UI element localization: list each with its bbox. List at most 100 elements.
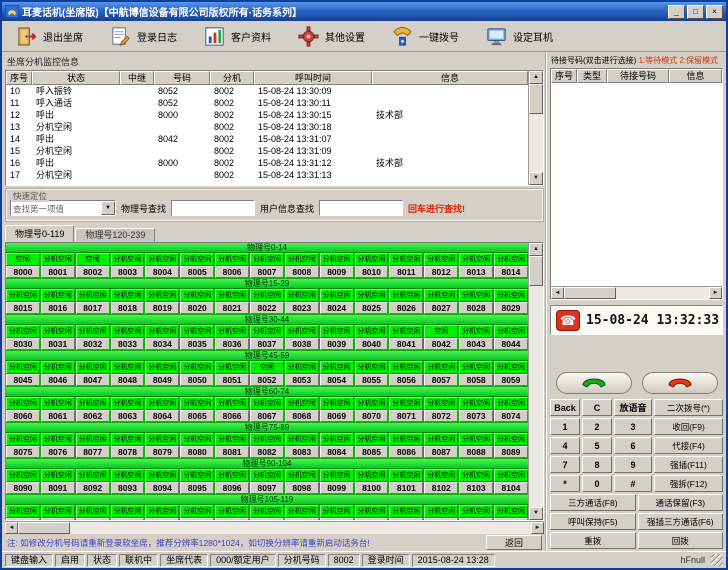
hangup-button[interactable] <box>642 372 718 394</box>
function-button[interactable]: 呼叫保持(F5) <box>550 513 636 530</box>
extension-cell[interactable]: 分机空闲8090 <box>6 469 40 494</box>
waiting-horizontal-scrollbar[interactable]: ◄ ► <box>551 286 722 299</box>
extension-cell[interactable]: 分机空闲8096 <box>215 469 249 494</box>
dialpad-key[interactable]: 4 <box>550 437 580 454</box>
dialpad-key[interactable]: C <box>582 399 612 416</box>
extension-cell[interactable]: 分机空闲8035 <box>180 325 214 350</box>
extension-cell[interactable]: 分机空闲8083 <box>285 433 319 458</box>
scroll-right-icon[interactable]: ► <box>709 287 722 299</box>
dialpad-key[interactable]: 9 <box>614 456 652 473</box>
extension-cell[interactable]: 分机空闲8013 <box>459 253 493 278</box>
monitor-column-header[interactable]: 呼叫时间 <box>254 71 372 85</box>
extension-cell[interactable]: 分机空闲8105 <box>6 505 40 520</box>
extension-cell[interactable]: 分机空闲8023 <box>285 289 319 314</box>
extension-cell[interactable]: 分机空闲8084 <box>320 433 354 458</box>
scrollbar-thumb[interactable] <box>529 256 543 286</box>
extension-cell[interactable]: 分机空闲8014 <box>494 253 528 278</box>
extension-cell[interactable]: 分机空闲8041 <box>389 325 423 350</box>
toolbar-button-exit[interactable]: 退出坐席 <box>12 23 86 49</box>
extension-cell[interactable]: 空闲8000 <box>6 253 40 278</box>
chevron-down-icon[interactable]: ▼ <box>101 201 115 215</box>
extension-cell[interactable]: 分机空闲8095 <box>180 469 214 494</box>
dialpad-key[interactable]: Back <box>550 399 580 416</box>
extension-cell[interactable]: 分机空闲8064 <box>145 397 179 422</box>
extension-cell[interactable]: 分机空闲8050 <box>180 361 214 386</box>
extension-cell[interactable]: 分机空闲8089 <box>494 433 528 458</box>
user-info-search-input[interactable] <box>319 200 403 216</box>
toolbar-button-customer[interactable]: 客户资料 <box>200 23 274 49</box>
dialpad-key[interactable]: 8 <box>582 456 612 473</box>
extension-cell[interactable]: 分机空闲8116 <box>389 505 423 520</box>
extension-cell[interactable]: 分机空闲8008 <box>285 253 319 278</box>
monitor-row[interactable]: 11呼入通话8052800215-08-24 13:30:11 <box>6 97 528 109</box>
dialpad-function-key[interactable]: 强拆(F12) <box>654 475 723 492</box>
extension-cell[interactable]: 分机空闲8043 <box>459 325 493 350</box>
extension-cell[interactable]: 空闲8002 <box>76 253 110 278</box>
extension-cell[interactable]: 分机空闲8101 <box>389 469 423 494</box>
extension-cell[interactable]: 分机空闲8109 <box>145 505 179 520</box>
extension-cell[interactable]: 分机空闲8074 <box>494 397 528 422</box>
toolbar-button-headset[interactable]: 设定耳机 <box>482 23 556 49</box>
extension-cell[interactable]: 空闲8042 <box>424 325 458 350</box>
extension-cell[interactable]: 分机空闲8055 <box>355 361 389 386</box>
extension-cell[interactable]: 分机空闲8107 <box>76 505 110 520</box>
extension-cell[interactable]: 分机空闲8069 <box>320 397 354 422</box>
extension-cell[interactable]: 分机空闲8016 <box>41 289 75 314</box>
extension-cell[interactable]: 分机空闲8099 <box>320 469 354 494</box>
waiting-column-header[interactable]: 序号 <box>551 69 577 83</box>
extension-cell[interactable]: 分机空闲8075 <box>6 433 40 458</box>
extension-cell[interactable]: 分机空闲8032 <box>76 325 110 350</box>
back-button[interactable]: 返回 <box>486 535 542 550</box>
extension-cell[interactable]: 分机空闲8026 <box>389 289 423 314</box>
dialpad-key[interactable]: # <box>614 475 652 492</box>
monitor-column-header[interactable]: 中继 <box>120 71 154 85</box>
extension-cell[interactable]: 分机空闲8001 <box>41 253 75 278</box>
extension-cell[interactable]: 分机空闲8020 <box>180 289 214 314</box>
extension-cell[interactable]: 分机空闲8113 <box>285 505 319 520</box>
extension-cell[interactable]: 分机空闲8079 <box>145 433 179 458</box>
extension-cell[interactable]: 分机空闲8010 <box>355 253 389 278</box>
scrollbar-thumb[interactable] <box>18 522 70 534</box>
grid-horizontal-scrollbar[interactable]: ◄ ► <box>5 521 544 534</box>
extension-cell[interactable]: 分机空闲8115 <box>355 505 389 520</box>
function-button[interactable]: 重拨 <box>550 532 636 549</box>
monitor-row[interactable]: 17分机空闲800215-08-24 13:31:13 <box>6 169 528 181</box>
extension-cell[interactable]: 分机空闲8085 <box>355 433 389 458</box>
scrollbar-track[interactable] <box>529 286 543 507</box>
extension-cell[interactable]: 分机空闲8006 <box>215 253 249 278</box>
dialpad-key[interactable]: 放语音 <box>614 399 652 416</box>
extension-cell[interactable]: 分机空闲8004 <box>145 253 179 278</box>
dialpad-function-key[interactable]: 二次拨号(*) <box>654 399 723 416</box>
monitor-column-header[interactable]: 分机 <box>210 71 254 85</box>
monitor-row[interactable]: 15分机空闲800215-08-24 13:31:09 <box>6 145 528 157</box>
extension-cell[interactable]: 分机空闲8059 <box>494 361 528 386</box>
monitor-column-header[interactable]: 号码 <box>154 71 210 85</box>
extension-cell[interactable]: 分机空闲8051 <box>215 361 249 386</box>
extension-cell[interactable]: 分机空闲8046 <box>41 361 75 386</box>
dialpad-function-key[interactable]: 代接(F4) <box>654 437 723 454</box>
function-button[interactable]: 三方通话(F8) <box>550 494 636 511</box>
extension-cell[interactable]: 分机空闲8076 <box>41 433 75 458</box>
extension-cell[interactable]: 分机空闲8066 <box>215 397 249 422</box>
grid-vertical-scrollbar[interactable]: ▲ ▼ <box>528 243 543 520</box>
extension-cell[interactable]: 分机空闲8097 <box>250 469 284 494</box>
dialpad-function-key[interactable]: 收回(F9) <box>654 418 723 435</box>
extension-cell[interactable]: 分机空闲8044 <box>494 325 528 350</box>
extension-cell[interactable]: 分机空闲8047 <box>76 361 110 386</box>
waiting-column-header[interactable]: 待接号码 <box>607 69 669 83</box>
extension-cell[interactable]: 分机空闲8033 <box>111 325 145 350</box>
extension-cell[interactable]: 分机空闲8063 <box>111 397 145 422</box>
extension-cell[interactable]: 分机空闲8071 <box>389 397 423 422</box>
dialpad-key[interactable]: 6 <box>614 437 652 454</box>
extension-cell[interactable]: 分机空闲8091 <box>41 469 75 494</box>
extension-cell[interactable]: 分机空闲8092 <box>76 469 110 494</box>
extension-cell[interactable]: 分机空闲8106 <box>41 505 75 520</box>
extension-cell[interactable]: 分机空闲8114 <box>320 505 354 520</box>
extension-cell[interactable]: 分机空闲8103 <box>459 469 493 494</box>
extension-cell[interactable]: 分机空闲8080 <box>180 433 214 458</box>
dialpad-key[interactable]: 0 <box>582 475 612 492</box>
extension-cell[interactable]: 分机空闲8022 <box>250 289 284 314</box>
extension-cell[interactable]: 分机空闲8029 <box>494 289 528 314</box>
extension-cell[interactable]: 分机空闲8060 <box>6 397 40 422</box>
tab-physical-120-239[interactable]: 物理号120-239 <box>75 228 155 242</box>
